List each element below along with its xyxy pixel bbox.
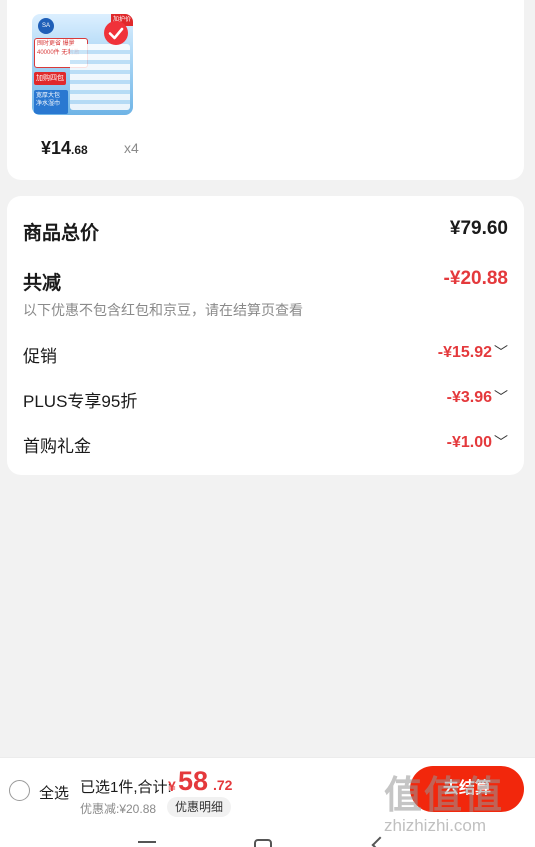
menu-icon[interactable] (138, 841, 156, 843)
chevron-down-icon: ﹀ (494, 389, 508, 405)
brand-logo: SA (38, 18, 54, 34)
discount-item-label: PLUS专享95折 (23, 392, 138, 411)
select-all-label[interactable]: 全选 (39, 782, 69, 803)
discount-item-first-purchase[interactable]: 首购礼金 -¥1.00 ﹀ (23, 432, 508, 457)
checkout-button[interactable]: 去结算 (410, 766, 524, 812)
chevron-down-icon: ﹀ (494, 344, 508, 360)
discount-note-row: 以下优惠不包含红包和京豆，请在结算页查看 (23, 300, 508, 320)
cart-page: SA 加护价 囤时更省 爆量40000件 无刺激 加购四包 宽厚大包 净水湿巾 … (0, 0, 535, 847)
back-icon[interactable] (371, 836, 389, 847)
select-all-radio[interactable] (9, 780, 30, 801)
chevron-down-icon: ﹀ (494, 434, 508, 450)
discount-item-plus[interactable]: PLUS专享95折 -¥3.96 ﹀ (23, 387, 508, 412)
wipes-packs-illustration (70, 44, 130, 110)
discount-item-value: -¥15.92 ﹀ (437, 344, 508, 361)
discount-item-label: 首购礼金 (23, 437, 91, 456)
saved-amount: 优惠减:¥20.88 (80, 802, 157, 816)
discount-label: 共减 (23, 273, 62, 294)
checkout-bar: 全选 已选1件,合计: ¥ 58 .72 优惠减:¥20.88 优惠明细 去结算 (0, 757, 535, 821)
home-icon[interactable] (254, 839, 272, 847)
system-nav-bar (0, 821, 535, 847)
discount-item-promo[interactable]: 促销 -¥15.92 ﹀ (23, 342, 508, 367)
discount-value: -¥20.88 (443, 268, 508, 289)
discount-item-label: 促销 (23, 347, 57, 366)
price-integer: ¥14 (41, 138, 72, 158)
discount-row: 共减 -¥20.88 (23, 268, 508, 295)
price-decimal: .68 (71, 143, 88, 157)
total-row: 商品总价 ¥79.60 (23, 218, 508, 245)
total-decimal: .72 (213, 777, 233, 793)
selected-count-text: 已选1件,合计: (80, 779, 172, 796)
discount-item-value: -¥1.00 ﹀ (446, 434, 508, 451)
discount-note: 以下优惠不包含红包和京豆，请在结算页查看 (23, 302, 303, 318)
promo-tag-red: 加购四包 (34, 72, 66, 85)
discount-detail-button[interactable]: 优惠明细 (167, 797, 232, 817)
promo-tag-blue: 宽厚大包 净水湿巾 (34, 90, 68, 114)
product-card: SA 加护价 囤时更省 爆量40000件 无刺激 加购四包 宽厚大包 净水湿巾 … (7, 0, 524, 180)
total-integer: 58 (178, 766, 209, 796)
total-value: ¥79.60 (449, 218, 508, 239)
price-summary-card: 商品总价 ¥79.60 共减 -¥20.88 以下优惠不包含红包和京豆，请在结算… (7, 196, 524, 475)
checkmark-icon[interactable] (104, 21, 128, 45)
discount-item-value: -¥3.96 ﹀ (446, 389, 508, 406)
total-currency: ¥ (168, 778, 176, 794)
total-label: 商品总价 (23, 223, 100, 244)
product-quantity: x4 (124, 140, 139, 156)
